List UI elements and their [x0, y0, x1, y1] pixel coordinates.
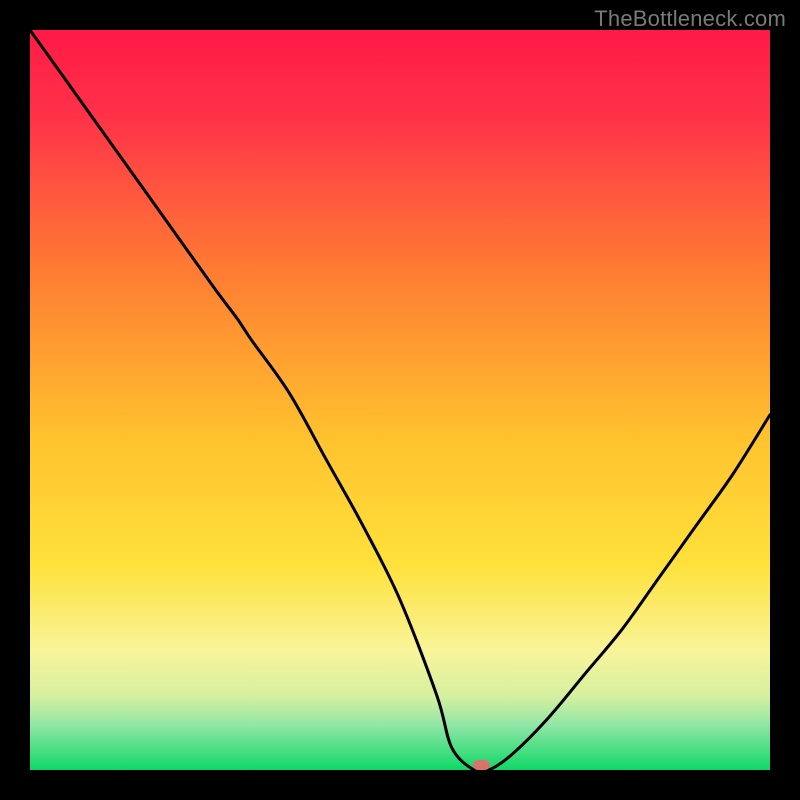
attribution-text: TheBottleneck.com	[594, 6, 786, 32]
chart-stage: TheBottleneck.com	[0, 0, 800, 800]
heat-gradient	[30, 30, 770, 770]
optimum-marker	[473, 760, 491, 770]
plot-area	[30, 30, 770, 770]
